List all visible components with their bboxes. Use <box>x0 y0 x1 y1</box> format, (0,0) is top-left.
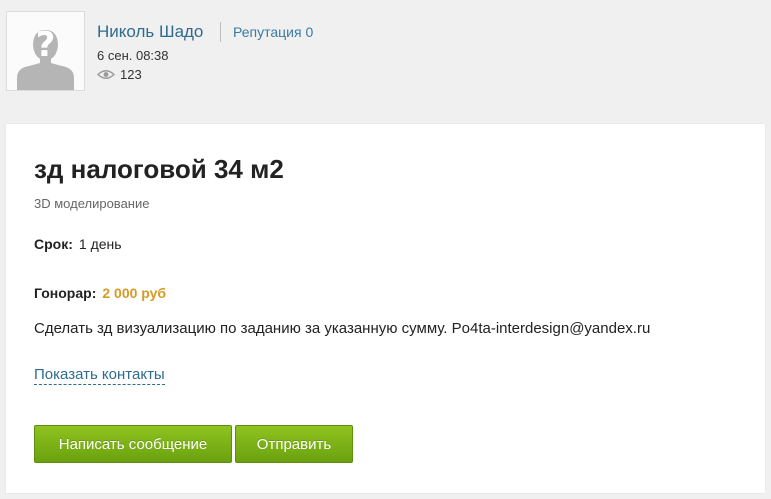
svg-text:?: ? <box>36 25 56 65</box>
term-label: Срок: <box>34 236 73 252</box>
header-divider <box>220 22 221 42</box>
job-title: зд налоговой 34 м2 <box>34 154 284 184</box>
reputation-link[interactable]: Репутация 0 <box>233 24 313 41</box>
author-avatar[interactable]: ? <box>6 11 85 91</box>
write-message-button[interactable]: Написать сообщение <box>34 425 232 463</box>
post-date: 6 сен. 08:38 <box>97 48 169 63</box>
fee-row: Гонорар: 2 000 руб <box>34 284 166 302</box>
fee-label: Гонорар: <box>34 285 97 301</box>
job-category: 3D моделирование <box>34 196 150 211</box>
fee-value: 2 000 руб <box>102 285 167 301</box>
job-card: зд налоговой 34 м2 3D моделирование Срок… <box>6 124 765 493</box>
post-header: ? Николь Шадо Репутация 0 6 сен. 08:38 1… <box>0 0 771 110</box>
term-row: Срок: 1 день <box>34 235 122 253</box>
job-description: Сделать зд визуализацию по заданию за ук… <box>34 320 651 337</box>
author-name-link[interactable]: Николь Шадо <box>97 22 203 42</box>
term-value: 1 день <box>78 236 122 252</box>
show-contacts-link[interactable]: Показать контакты <box>34 366 165 385</box>
views-count: 123 <box>120 66 142 82</box>
send-button[interactable]: Отправить <box>235 425 353 463</box>
default-avatar-icon: ? <box>7 12 84 90</box>
views-counter: 123 <box>97 66 142 82</box>
eye-icon <box>97 69 115 80</box>
